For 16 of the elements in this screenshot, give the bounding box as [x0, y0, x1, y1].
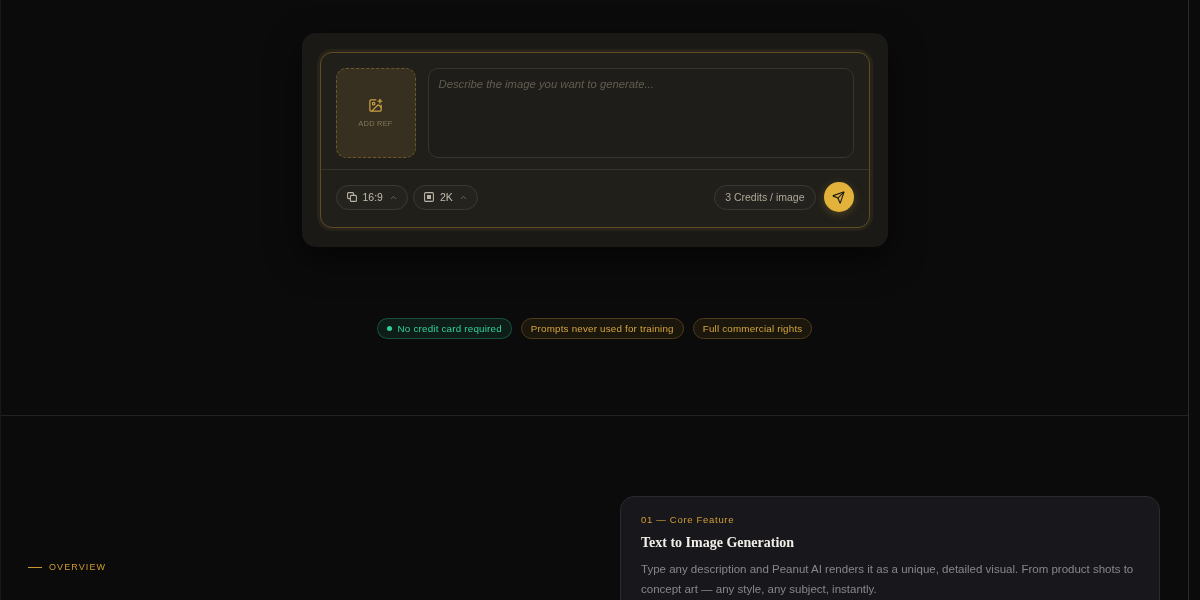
send-button[interactable]	[823, 182, 854, 212]
send-icon	[832, 190, 845, 204]
feature-description: Type any description and Peanut AI renders it as a unique, detailed visual. From product shots to concept art — any style, any subject, instantly.	[641, 562, 1135, 597]
trust-badge: No credit card required	[376, 318, 512, 339]
feature-number-label: 01 — Core Feature	[641, 513, 736, 527]
credits-cost-label: 3 Credits / image	[714, 184, 816, 210]
overlapping-squares-icon	[346, 192, 357, 202]
trust-badge: Prompts never used for training	[520, 318, 684, 339]
option-dropdown-button[interactable]: 2K	[412, 184, 478, 210]
image-plus-icon	[368, 98, 383, 113]
option-dropdown-button[interactable]: 16:9	[335, 184, 408, 210]
prompt-input-field[interactable]: Describe the image you want to generate...	[427, 68, 854, 158]
trust-badge: Full commercial rights	[692, 318, 813, 339]
feature-title: Text to Image Generation	[641, 534, 796, 552]
square-chip-icon	[423, 192, 434, 202]
section-eyebrow: OVERVIEW	[49, 561, 107, 573]
